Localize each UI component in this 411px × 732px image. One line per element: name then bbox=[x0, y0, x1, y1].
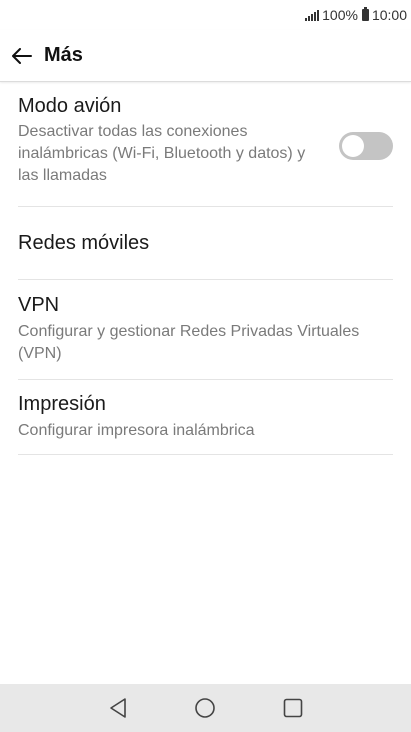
setting-title: Modo avión bbox=[18, 95, 122, 117]
back-triangle-icon bbox=[109, 698, 126, 718]
setting-subtitle: Configurar impresora inalámbrica bbox=[18, 422, 255, 439]
status-time: 10:00 bbox=[371, 7, 407, 23]
nav-recents-button[interactable] bbox=[282, 690, 304, 726]
setting-subtitle: Desactivar todas las conexiones inalámbr… bbox=[18, 123, 306, 184]
signal-icon bbox=[305, 9, 320, 21]
nav-home-button[interactable] bbox=[194, 690, 216, 726]
app-bar: Más bbox=[0, 30, 411, 82]
toggle-knob bbox=[342, 135, 364, 157]
airplane-mode-toggle[interactable] bbox=[339, 132, 393, 160]
setting-airplane-mode[interactable]: Modo avión Desactivar todas las conexion… bbox=[18, 83, 393, 207]
setting-title: Redes móviles bbox=[18, 231, 150, 254]
setting-vpn[interactable]: VPN Configurar y gestionar Redes Privada… bbox=[18, 280, 393, 380]
status-bar: 100% 10:00 bbox=[0, 0, 411, 30]
navigation-bar bbox=[0, 684, 411, 732]
settings-list: Modo avión Desactivar todas las conexion… bbox=[18, 83, 393, 455]
battery-icon bbox=[361, 7, 369, 21]
setting-subtitle: Configurar y gestionar Redes Privadas Vi… bbox=[18, 323, 360, 362]
recents-square-icon bbox=[283, 698, 302, 718]
setting-printing[interactable]: Impresión Configurar impresora inalámbri… bbox=[18, 380, 393, 455]
home-circle-icon bbox=[194, 698, 215, 718]
page-title: Más bbox=[44, 44, 83, 66]
setting-title: VPN bbox=[18, 294, 60, 316]
setting-mobile-networks[interactable]: Redes móviles bbox=[18, 207, 393, 280]
setting-title: Impresión bbox=[18, 393, 106, 415]
battery-percent: 100% bbox=[322, 7, 358, 23]
back-button[interactable] bbox=[0, 30, 44, 82]
arrow-left-icon bbox=[12, 47, 32, 64]
nav-back-button[interactable] bbox=[108, 690, 128, 726]
screen: 100% 10:00 Más Modo avión Desactivar tod… bbox=[0, 0, 411, 732]
